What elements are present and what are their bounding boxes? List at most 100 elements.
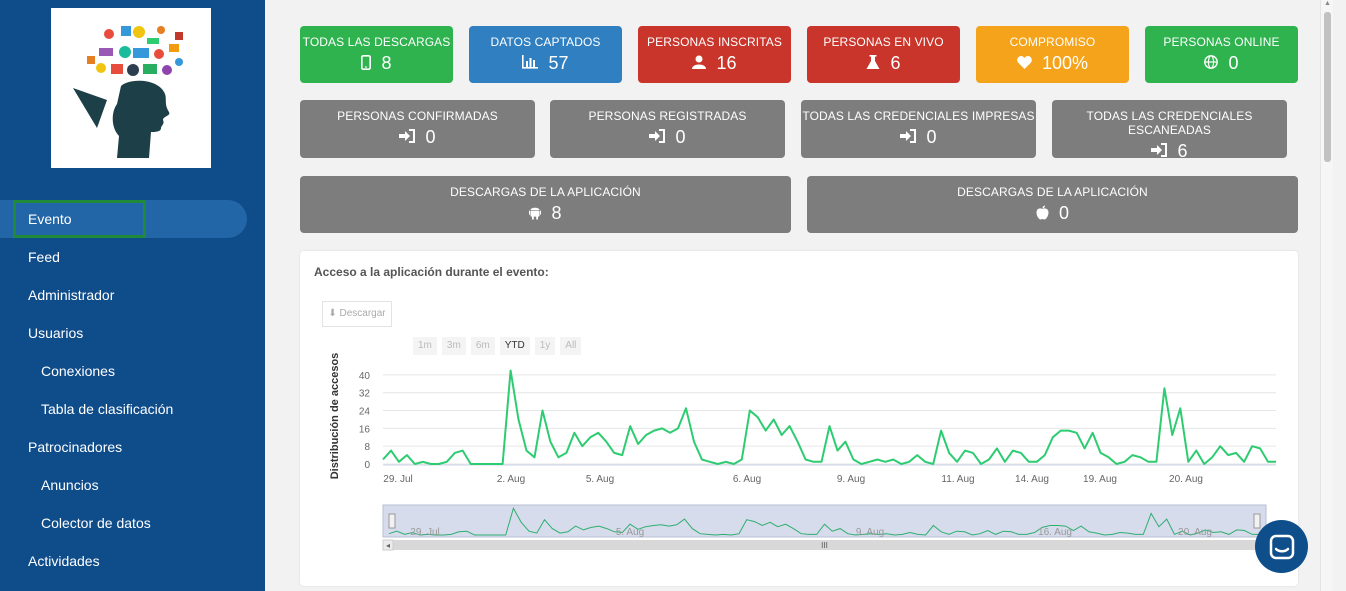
chat-icon (1269, 534, 1294, 559)
navigator-label: 5. Aug (616, 527, 644, 538)
user-icon (692, 55, 707, 72)
navigator-label: 9. Aug (856, 527, 884, 538)
sidebar-item-label: Feed (28, 249, 60, 265)
sidebar-item-label: Anuncios (41, 477, 99, 493)
stat-tile-personas-inscritas[interactable]: PERSONAS INSCRITAS 16 (638, 26, 791, 83)
access-chart-card: Acceso a la aplicación durante el evento… (300, 251, 1298, 586)
x-tick-label: 19. Aug (1083, 474, 1117, 485)
stat-title: TODAS LAS CREDENCIALES IMPRESAS (802, 109, 1035, 123)
globe-icon (1204, 55, 1219, 72)
stat-value: 6 (890, 53, 901, 73)
x-tick-label: 14. Aug (1015, 474, 1049, 485)
sidebar-item-anuncios[interactable]: Anuncios (0, 466, 265, 504)
scroll-up-arrow-icon[interactable]: ▲ (1324, 0, 1331, 7)
stat-tile-personas-en-vivo[interactable]: PERSONAS EN VIVO 6 (807, 26, 960, 83)
sidebar-item-usuarios[interactable]: Usuarios (0, 314, 265, 352)
stat-value: 0 (1228, 53, 1239, 73)
brand-logo (51, 8, 211, 168)
sidebar-item-administrador[interactable]: Administrador (0, 276, 265, 314)
grip-icon: III (821, 541, 828, 550)
stat-value: 6 (1177, 141, 1188, 161)
y-tick-label: 0 (364, 460, 370, 471)
sidebar-item-label: Administrador (28, 287, 115, 303)
x-tick-label: 9. Aug (837, 474, 865, 485)
x-tick-label: 11. Aug (941, 474, 974, 485)
y-tick-label: 8 (364, 442, 370, 453)
sidebar-item-label: Patrocinadores (28, 439, 123, 455)
flask-icon (866, 54, 880, 73)
sidebar-item-feed[interactable]: Feed (0, 238, 265, 276)
chat-launcher-button[interactable] (1255, 520, 1308, 573)
chevron-left-icon: ◂ (386, 541, 390, 550)
stat-title: PERSONAS ONLINE (1163, 35, 1280, 49)
stat-value: 8 (551, 203, 562, 223)
sidebar-item-label: Colector de datos (41, 515, 151, 531)
stat-tile-compromiso[interactable]: COMPROMISO 100% (976, 26, 1129, 83)
sidebar-item-conexiones[interactable]: Conexiones (0, 352, 265, 390)
page-scrollbar[interactable]: ▲ (1320, 0, 1333, 591)
sign-in-icon (900, 129, 917, 146)
stat-title: DESCARGAS DE LA APLICACIÓN (957, 185, 1148, 199)
stat-title: PERSONAS INSCRITAS (647, 35, 782, 49)
stat-value: 57 (548, 53, 569, 73)
navigator-left-handle[interactable] (388, 513, 396, 529)
navigator-range[interactable] (382, 504, 1267, 538)
stat-tile-personas-online[interactable]: PERSONAS ONLINE 0 (1145, 26, 1298, 83)
mobile-icon (361, 54, 372, 73)
sidebar-item-label: Conexiones (41, 363, 115, 379)
stat-value: 0 (1058, 203, 1069, 223)
stat-tile-descargas-de-la-aplicaci-n[interactable]: DESCARGAS DE LA APLICACIÓN 0 (807, 176, 1298, 233)
navigator-right-handle[interactable] (1253, 513, 1261, 529)
sidebar-item-patrocinadores[interactable]: Patrocinadores (0, 428, 265, 466)
active-item-outline (13, 200, 146, 238)
stat-value: 100% (1041, 53, 1089, 73)
navigator-label: 16. Aug (1038, 527, 1072, 538)
stat-title: DATOS CAPTADOS (490, 35, 601, 49)
bar-chart-icon (522, 55, 539, 72)
stat-title: COMPROMISO (1009, 35, 1096, 49)
stat-value: 0 (675, 127, 686, 147)
series-line (382, 369, 1276, 465)
sidebar-item-actividades[interactable]: Actividades (0, 542, 265, 580)
x-tick-label: 6. Aug (733, 474, 761, 485)
sidebar-item-tabla-de-clasificación[interactable]: Tabla de clasificación (0, 390, 265, 428)
y-tick-label: 16 (359, 424, 371, 435)
sidebar-item-label: Actividades (28, 553, 100, 569)
sidebar-item-colector-de-datos[interactable]: Colector de datos (0, 504, 265, 542)
sidebar-menu: Evento Feed Administrador Usuarios Conexione… (0, 200, 265, 580)
stat-tile-personas-confirmadas[interactable]: PERSONAS CONFIRMADAS 0 (300, 100, 535, 158)
heart-icon (1017, 55, 1032, 72)
y-tick-label: 24 (359, 407, 371, 418)
access-line-chart: 0 8 16 24 32 40 Distribución de accesos 29. Jul… (329, 353, 1276, 551)
stat-title: DESCARGAS DE LA APLICACIÓN (450, 185, 641, 199)
main-content: TODAS LAS DESCARGAS 8 DATOS CAPTADOS 57 PERS… (265, 0, 1333, 591)
android-icon (529, 205, 542, 223)
stat-title: PERSONAS REGISTRADAS (588, 109, 747, 123)
stat-title: PERSONAS EN VIVO (823, 35, 944, 49)
stat-tile-personas-registradas[interactable]: PERSONAS REGISTRADAS 0 (550, 100, 785, 158)
sidebar-item-label: Tabla de clasificación (41, 401, 174, 417)
x-tick-label: 2. Aug (497, 474, 525, 485)
sign-in-icon (1151, 143, 1168, 160)
sidebar-item-label: Usuarios (28, 325, 84, 341)
x-tick-label: 29. Jul (383, 474, 412, 485)
x-tick-label: 5. Aug (586, 474, 614, 485)
y-tick-label: 40 (359, 371, 371, 382)
sign-in-icon (649, 129, 666, 146)
x-tick-label: 20. Aug (1169, 474, 1203, 485)
stat-tile-todas-las-descargas[interactable]: TODAS LAS DESCARGAS 8 (300, 26, 453, 83)
stat-value: 8 (381, 53, 392, 73)
navigator-label: 29. Jul (410, 527, 439, 538)
stat-title: TODAS LAS CREDENCIALES ESCANEADAS (1086, 109, 1253, 137)
stat-tile-todas-las-credenciales-escaneadas[interactable]: TODAS LAS CREDENCIALES ESCANEADAS 6 (1052, 100, 1287, 161)
stat-tile-descargas-de-la-aplicaci-n[interactable]: DESCARGAS DE LA APLICACIÓN 8 (300, 176, 791, 233)
stat-value: 0 (425, 127, 436, 147)
sidebar-item-evento[interactable]: Evento (0, 200, 247, 238)
y-tick-label: 32 (359, 389, 371, 400)
stat-tile-todas-las-credenciales-impresas[interactable]: TODAS LAS CREDENCIALES IMPRESAS 0 (801, 100, 1036, 158)
scrollbar-thumb[interactable] (1324, 12, 1331, 162)
stat-title: PERSONAS CONFIRMADAS (337, 109, 498, 123)
stat-tile-datos-captados[interactable]: DATOS CAPTADOS 57 (469, 26, 622, 83)
apple-icon (1036, 205, 1049, 223)
sidebar: Evento Feed Administrador Usuarios Conexione… (0, 0, 265, 591)
